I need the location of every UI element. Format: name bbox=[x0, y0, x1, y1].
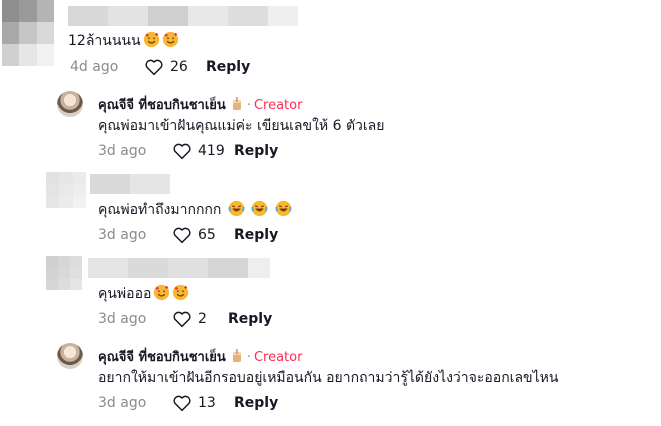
like-button[interactable]: 2 bbox=[172, 310, 228, 328]
comment-date: 3d ago bbox=[98, 143, 147, 159]
smiling-face-with-hearts-icon bbox=[143, 31, 159, 48]
separator-dot: · bbox=[246, 98, 251, 113]
comment-date: 3d ago bbox=[98, 311, 147, 327]
like-count: 26 bbox=[170, 59, 188, 75]
comment-text: คุณพ่อทำถึงมากกกก bbox=[98, 199, 292, 221]
heart-outline-icon bbox=[173, 311, 191, 328]
reply-button[interactable]: Reply bbox=[234, 143, 278, 159]
like-count: 13 bbox=[198, 395, 216, 411]
comment-text: คุนพ่อออ bbox=[98, 283, 189, 305]
comment-body: คุณพ่อมาเข้าฝันคุณแม่ค่ะ เขียนเลขให้ 6 ต… bbox=[98, 118, 385, 134]
avatar[interactable] bbox=[2, 0, 54, 66]
comment-text: 12ล้านนนน bbox=[68, 30, 179, 52]
creator-username-row: คุณจีจี ที่ชอบกินชาเย็น · Creator bbox=[98, 94, 302, 115]
reply-button[interactable]: Reply bbox=[234, 227, 278, 243]
like-button[interactable]: 26 bbox=[144, 58, 206, 76]
creator-badge: Creator bbox=[253, 350, 303, 365]
comment-body: อยากให้มาเข้าฝันอีกรอบอยู่เหมือนกัน อยาก… bbox=[98, 370, 559, 386]
heart-outline-icon bbox=[173, 395, 191, 412]
avatar[interactable] bbox=[46, 172, 86, 208]
tea-cup-icon bbox=[232, 97, 241, 110]
comment-meta: 3d ago 419 Reply bbox=[98, 142, 278, 160]
like-button[interactable]: 65 bbox=[172, 226, 234, 244]
like-button[interactable]: 419 bbox=[172, 142, 234, 160]
creator-username-row: คุณจีจี ที่ชอบกินชาเย็น · Creator bbox=[98, 346, 302, 367]
like-count: 2 bbox=[198, 311, 207, 327]
laughing-face-icon bbox=[251, 200, 268, 217]
reply-button[interactable]: Reply bbox=[206, 59, 250, 75]
comment-body: คุณพ่อทำถึงมากกกก bbox=[98, 202, 222, 218]
separator-dot: · bbox=[246, 350, 251, 365]
smiling-face-with-hearts-icon bbox=[162, 31, 178, 48]
heart-outline-icon bbox=[145, 59, 163, 76]
comment-meta: 3d ago 13 Reply bbox=[98, 394, 278, 412]
comment-body: 12ล้านนนน bbox=[68, 33, 141, 49]
like-count: 419 bbox=[198, 143, 225, 159]
comment-meta: 3d ago 65 Reply bbox=[98, 226, 278, 244]
reply-button[interactable]: Reply bbox=[234, 395, 278, 411]
avatar[interactable] bbox=[46, 256, 82, 290]
like-button[interactable]: 13 bbox=[172, 394, 234, 412]
heart-outline-icon bbox=[173, 227, 191, 244]
laughing-face-icon bbox=[228, 200, 245, 217]
comment-body: คุนพ่อออ bbox=[98, 286, 152, 302]
like-count: 65 bbox=[198, 227, 216, 243]
username-blurred[interactable] bbox=[90, 174, 170, 194]
comment-meta: 4d ago 26 Reply bbox=[70, 58, 250, 76]
comment-date: 4d ago bbox=[70, 59, 119, 75]
username-blurred[interactable] bbox=[68, 6, 298, 26]
comment-date: 3d ago bbox=[98, 395, 147, 411]
reply-button[interactable]: Reply bbox=[228, 311, 272, 327]
creator-avatar[interactable] bbox=[57, 343, 83, 369]
username-blurred[interactable] bbox=[88, 258, 270, 278]
tea-cup-icon bbox=[232, 349, 241, 362]
smiling-face-with-hearts-icon bbox=[154, 284, 170, 301]
comment-date: 3d ago bbox=[98, 227, 147, 243]
creator-badge: Creator bbox=[253, 98, 303, 113]
creator-username[interactable]: คุณจีจี ที่ชอบกินชาเย็น bbox=[98, 350, 226, 365]
comment-meta: 3d ago 2 Reply bbox=[98, 310, 272, 328]
creator-avatar[interactable] bbox=[57, 91, 83, 117]
heart-outline-icon bbox=[173, 143, 191, 160]
laughing-face-icon bbox=[275, 200, 292, 217]
smiling-face-with-hearts-icon bbox=[173, 284, 189, 301]
creator-username[interactable]: คุณจีจี ที่ชอบกินชาเย็น bbox=[98, 98, 226, 113]
